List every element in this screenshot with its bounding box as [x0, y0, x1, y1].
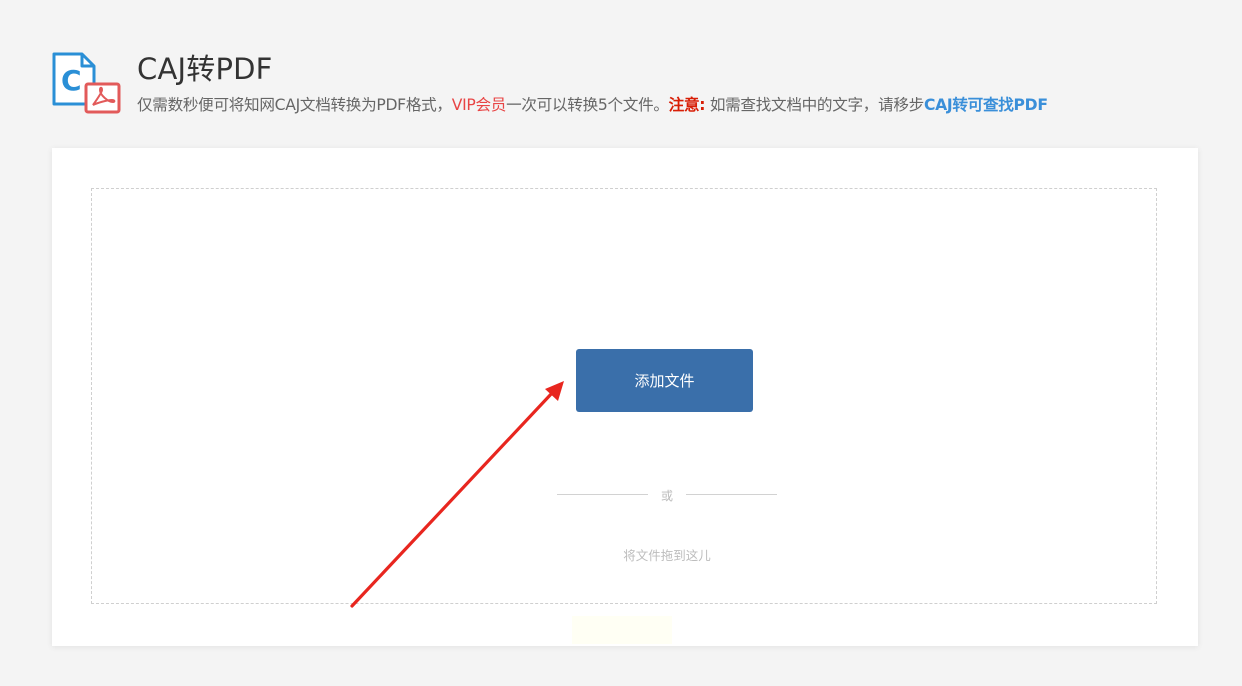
page: C CAJ转PDF 仅需数秒便可将知网CAJ文档转换为PDF格式，VIP会员一次…: [0, 0, 1242, 686]
file-dropzone[interactable]: 添加文件 或 将文件拖到这儿: [91, 188, 1157, 604]
subtitle-text-1: 仅需数秒便可将知网CAJ文档转换为PDF格式，: [137, 96, 452, 114]
vip-member-text: VIP会员: [451, 96, 507, 114]
caj-to-pdf-logo-icon: C: [52, 50, 122, 114]
divider-line-right: [686, 494, 777, 495]
upload-card: 添加文件 或 将文件拖到这儿: [52, 148, 1198, 646]
page-subtitle: 仅需数秒便可将知网CAJ文档转换为PDF格式，VIP会员一次可以转换5个文件。注…: [137, 93, 1048, 115]
note-label: 注意:: [668, 96, 706, 114]
add-file-button[interactable]: 添加文件: [576, 349, 753, 412]
svg-text:C: C: [61, 64, 82, 97]
or-divider: 或: [557, 487, 777, 503]
subtitle-text-2: 一次可以转换5个文件。: [506, 96, 669, 114]
or-text: 或: [660, 489, 673, 503]
faint-highlight-bar: [572, 616, 672, 644]
subtitle-text-3: 如需查找文档中的文字，请移步: [705, 96, 924, 114]
searchable-pdf-link[interactable]: CAJ转可查找PDF: [924, 96, 1048, 114]
drag-hint-text: 将文件拖到这儿: [623, 548, 711, 563]
page-title: CAJ转PDF: [137, 52, 273, 86]
